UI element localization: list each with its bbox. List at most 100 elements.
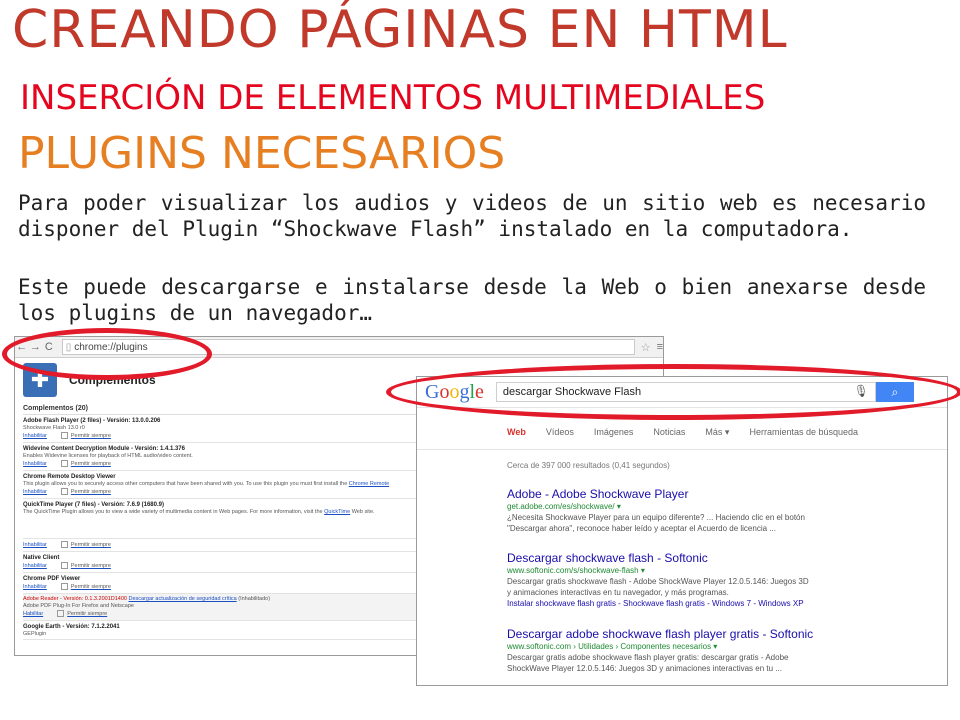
- plugin-actions: Inhabilitar Permitir siempre: [23, 539, 421, 552]
- plugin-name: Adobe Flash Player (2 files) - Versión: …: [23, 418, 161, 424]
- plugin-item: Adobe Flash Player (2 files) - Versión: …: [23, 415, 421, 443]
- tab-web[interactable]: Web: [507, 427, 526, 438]
- plugin-name: Chrome Remote Desktop Viewer: [23, 474, 116, 480]
- allow-always-checkbox[interactable]: [60, 583, 68, 591]
- search-result: Descargar shockwave flash - Softonic www…: [507, 551, 927, 609]
- google-logo[interactable]: Google: [425, 381, 484, 404]
- plugin-item: Native Client Inhabilitar Permitir siempr…: [23, 552, 421, 573]
- allow-always-checkbox[interactable]: [60, 541, 68, 549]
- plugin-desc-end: Web site.: [351, 509, 375, 515]
- plugin-name-line: Adobe Reader - Versión: 0.1.3.2001D1400 …: [23, 596, 421, 603]
- result-desc-line: y animaciones interactivas en tu navegad…: [507, 588, 729, 597]
- chrome-toolbar: ← → C ▯ chrome://plugins ☆ ≡: [15, 337, 663, 358]
- tab-news[interactable]: Noticias: [653, 427, 685, 438]
- result-desc-line: Descargar gratis adobe shockwave flash p…: [507, 653, 789, 662]
- plugins-header: ✚ Complementos: [23, 363, 156, 397]
- plugins-page-title: Complementos: [69, 373, 156, 387]
- paragraph-1: Para poder visualizar los audios y video…: [18, 191, 926, 241]
- plugins-count: Complementos (20): [23, 403, 421, 415]
- plugin-desc-text: The QuickTime Plugin allows you to view …: [23, 509, 323, 515]
- plugin-desc-link[interactable]: QuickTime: [324, 509, 350, 515]
- plugin-name: QuickTime Player (7 files) - Versión: 7.…: [23, 502, 164, 508]
- google-header: Google descargar Shockwave Flash 🎙 ⌕: [417, 377, 947, 408]
- plugin-desc-text: This plugin allows you to securely acces…: [23, 481, 348, 487]
- enable-link[interactable]: Habilitar: [23, 611, 43, 617]
- back-icon[interactable]: ←: [15, 341, 29, 353]
- forward-icon[interactable]: →: [29, 341, 43, 353]
- address-bar[interactable]: ▯ chrome://plugins: [61, 339, 635, 355]
- reload-icon[interactable]: C: [42, 341, 56, 353]
- plugin-name: Adobe Reader - Versión: 0.1.3.2001D1400: [23, 596, 127, 602]
- result-title[interactable]: Adobe - Adobe Shockwave Player: [507, 487, 927, 501]
- tab-videos[interactable]: Vídeos: [546, 427, 574, 438]
- allow-always-label: Permitir siempre: [70, 563, 111, 569]
- search-result: Adobe - Adobe Shockwave Player get.adobe…: [507, 487, 927, 534]
- allow-always-label: Permitir siempre: [67, 611, 108, 617]
- allow-always-label: Permitir siempre: [70, 489, 111, 495]
- microphone-icon[interactable]: 🎙: [854, 384, 869, 398]
- plugin-name: Widevine Content Decryption Module - Ver…: [23, 446, 185, 452]
- tab-more[interactable]: Más ▾: [705, 427, 729, 438]
- search-input[interactable]: descargar Shockwave Flash 🎙: [495, 382, 876, 402]
- bookmark-star-icon[interactable]: ☆: [641, 341, 651, 354]
- search-tabs: Web Vídeos Imágenes Noticias Más ▾ Herra…: [507, 427, 878, 438]
- page-icon: ▯: [65, 341, 72, 353]
- allow-always-label: Permitir siempre: [70, 461, 111, 467]
- result-desc-line: ShockWave Player 12.0.5.146: Juegos 3D y…: [507, 664, 782, 673]
- result-title[interactable]: Descargar adobe shockwave flash player g…: [507, 627, 927, 641]
- result-desc-line: ¿Necesita Shockwave Player para un equip…: [507, 513, 805, 522]
- disable-link[interactable]: Inhabilitar: [23, 542, 47, 548]
- puzzle-icon: ✚: [23, 363, 57, 397]
- search-icon: ⌕: [891, 384, 899, 399]
- result-url[interactable]: www.softonic.com › Utilidades › Componen…: [507, 641, 927, 652]
- result-desc-line: "Descargar ahora", reconoce haber leído …: [507, 524, 776, 533]
- plugin-desc: GEPlugin: [23, 631, 47, 637]
- allow-always-checkbox[interactable]: [57, 610, 65, 618]
- plugin-desc: Enables Widevine licenses for playback o…: [23, 453, 193, 459]
- plugin-name: Google Earth - Versión: 7.1.2.2041: [23, 624, 120, 630]
- plugin-desc: Shockwave Flash 13.0 r0: [23, 425, 85, 431]
- plugin-desc: Adobe PDF Plug-In For Firefox and Netsca…: [23, 603, 134, 609]
- plugin-item: Widevine Content Decryption Module - Ver…: [23, 443, 421, 471]
- allow-always-checkbox[interactable]: [60, 432, 68, 440]
- disable-link[interactable]: Inhabilitar: [23, 489, 47, 495]
- tab-images[interactable]: Imágenes: [594, 427, 634, 438]
- plugin-name: Chrome PDF Viewer: [23, 576, 81, 582]
- allow-always-label: Permitir siempre: [70, 542, 111, 548]
- disable-link[interactable]: Inhabilitar: [23, 461, 47, 467]
- plugin-desc-link[interactable]: Chrome Remote: [349, 481, 389, 487]
- section-heading: PLUGINS NECESARIOS: [18, 128, 506, 179]
- plugin-item: Chrome Remote Desktop Viewer This plugin…: [23, 471, 421, 499]
- plugin-desc: The QuickTime Plugin allows you to view …: [23, 509, 421, 516]
- disable-link[interactable]: Inhabilitar: [23, 563, 47, 569]
- allow-always-checkbox[interactable]: [60, 460, 68, 468]
- result-url[interactable]: www.softonic.com/s/shockwave-flash ▾: [507, 565, 927, 576]
- google-search-window: Google descargar Shockwave Flash 🎙 ⌕ Web…: [416, 376, 948, 686]
- result-sitelinks[interactable]: Instalar shockwave flash gratis - Shockw…: [507, 598, 927, 609]
- slide-title: CREANDO PÁGINAS EN HTML: [12, 0, 788, 60]
- result-url[interactable]: get.adobe.com/es/shockwave/ ▾: [507, 501, 927, 512]
- result-desc-line: Descargar gratis shockwave flash - Adobe…: [507, 577, 809, 586]
- disable-link[interactable]: Inhabilitar: [23, 433, 47, 439]
- allow-always-checkbox[interactable]: [60, 562, 68, 570]
- plugin-item: Chrome PDF Viewer Inhabilitar Permitir si…: [23, 573, 421, 594]
- search-query: descargar Shockwave Flash: [502, 386, 642, 398]
- plugin-state: (Inhabilitado): [238, 596, 271, 602]
- search-button[interactable]: ⌕: [875, 382, 914, 402]
- slide-subtitle: INSERCIÓN DE ELEMENTOS MULTIMEDIALES: [20, 78, 766, 118]
- allow-always-checkbox[interactable]: [60, 488, 68, 496]
- plugin-name: Native Client: [23, 555, 60, 561]
- plugin-item: Google Earth - Versión: 7.1.2.2041 GEPlu…: [23, 621, 421, 640]
- plugin-item-disabled: Adobe Reader - Versión: 0.1.3.2001D1400 …: [23, 594, 421, 621]
- result-title[interactable]: Descargar shockwave flash - Softonic: [507, 551, 927, 565]
- paragraph-2: Este puede descargarse e instalarse desd…: [18, 275, 926, 325]
- disable-link[interactable]: Inhabilitar: [23, 584, 47, 590]
- tab-search-tools[interactable]: Herramientas de búsqueda: [749, 427, 858, 438]
- security-update-link[interactable]: Descargar actualización de seguridad crí…: [129, 596, 237, 602]
- menu-icon[interactable]: ≡: [657, 341, 663, 353]
- plugins-list: Complementos (20) Adobe Flash Player (2 …: [23, 403, 421, 640]
- results-count: Cerca de 397 000 resultados (0,41 segund…: [507, 461, 670, 470]
- plugin-item: QuickTime Player (7 files) - Versión: 7.…: [23, 499, 421, 539]
- plugin-desc: This plugin allows you to securely acces…: [23, 481, 421, 488]
- tabs-divider: [417, 449, 947, 450]
